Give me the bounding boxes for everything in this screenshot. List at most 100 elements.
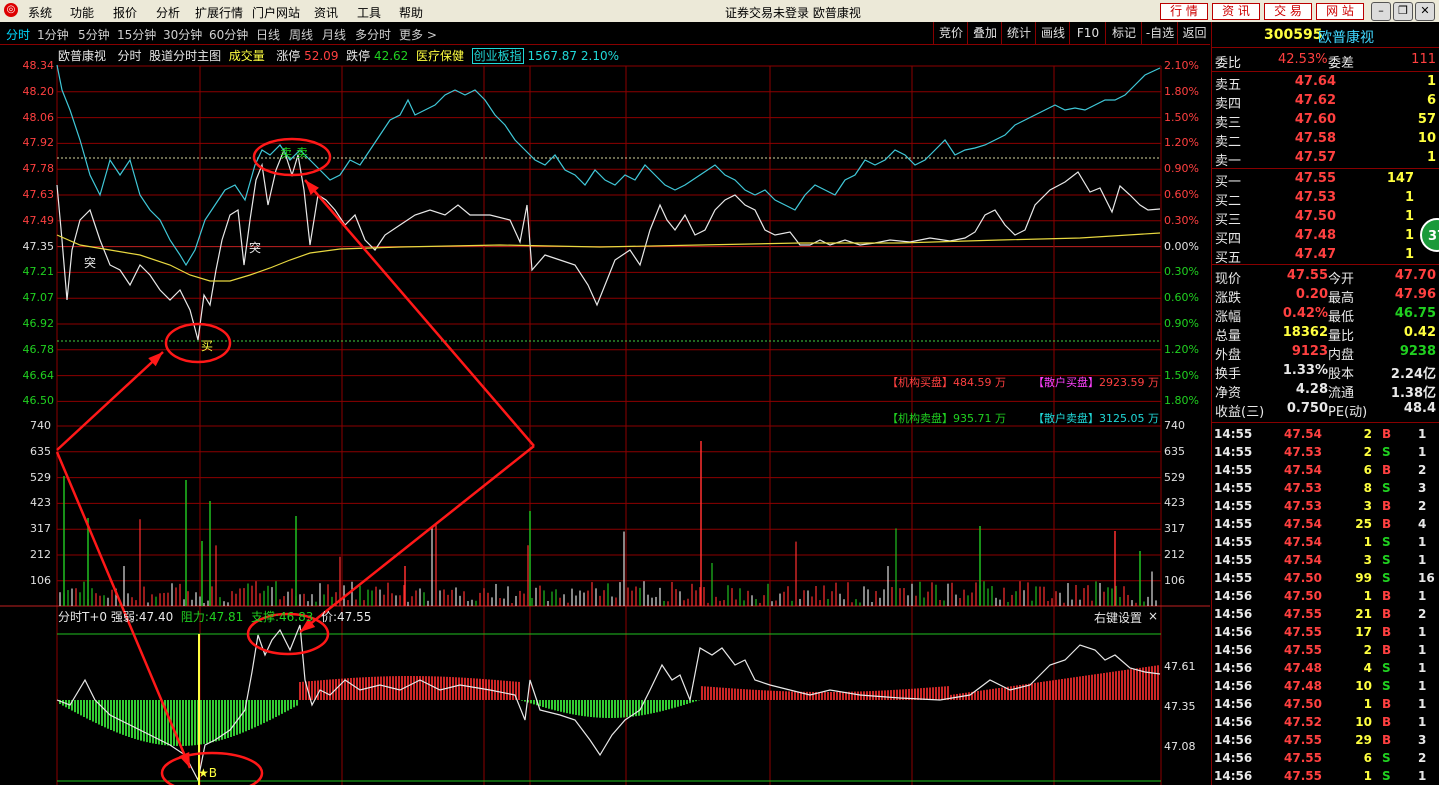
volume-tick-label-right: 106 (1164, 573, 1185, 587)
tick-row[interactable]: 14:55 47.53 8 S 3 (1212, 479, 1439, 497)
tab-mark[interactable]: 标记 (1105, 22, 1142, 44)
stat-value-2: 47.96 (1394, 287, 1436, 302)
stat-value: 4.28 (1295, 382, 1328, 397)
stat-label: 换手 (1215, 367, 1242, 382)
inst-sell-flow: 【机构卖盘】935.71 万 (887, 410, 1006, 426)
tab-multi-intraday[interactable]: 多分时 (355, 26, 391, 43)
tab-30min[interactable]: 30分钟 (163, 26, 202, 43)
tab-more[interactable]: 更多 > (399, 26, 437, 43)
weicha-label: 委差 (1328, 56, 1355, 71)
menu-quote[interactable]: 报价 (113, 4, 137, 21)
tick-price: 47.50 (1284, 589, 1322, 603)
limit-up-label: 涨停 (276, 49, 301, 63)
tick-row[interactable]: 14:56 47.48 4 S 1 (1212, 659, 1439, 677)
support-value: 46.83 (279, 610, 314, 624)
menu-news[interactable]: 资讯 (314, 4, 338, 21)
indicator-name: 分时T+0 (58, 610, 108, 624)
close-icon[interactable]: ✕ (1415, 2, 1435, 21)
retail-sell-value: 3125.05 万 (1099, 412, 1159, 425)
limit-up-value: 52.09 (304, 49, 339, 63)
tick-row[interactable]: 14:56 47.55 1 S 1 (1212, 767, 1439, 785)
ask-price: 47.64 (1294, 74, 1336, 89)
tick-count: 3 (1418, 481, 1427, 495)
arrow-to-indicator-sell (299, 445, 535, 633)
tick-volume: 8 (1363, 481, 1372, 495)
tick-count: 1 (1418, 715, 1427, 729)
pct-tick-label: 0.60% (1164, 188, 1199, 201)
tick-row[interactable]: 14:55 47.54 2 B 1 (1212, 425, 1439, 443)
ask-label: 卖四 (1215, 97, 1242, 112)
menu-analysis[interactable]: 分析 (156, 4, 180, 21)
tick-count: 3 (1418, 733, 1427, 747)
tick-row[interactable]: 14:56 47.55 17 B 1 (1212, 623, 1439, 641)
price-tick-label: 47.21 (22, 265, 55, 279)
tab-back[interactable]: 返回 (1177, 22, 1211, 44)
stat-label: 涨跌 (1215, 291, 1242, 306)
tab-weekly[interactable]: 周线 (289, 26, 313, 43)
nav-quote-button[interactable]: 行 情 (1160, 3, 1208, 20)
tab-5min[interactable]: 5分钟 (78, 26, 110, 43)
tab-stats[interactable]: 统计 (1001, 22, 1036, 44)
tab-auction[interactable]: 竞价 (933, 22, 968, 44)
tick-row[interactable]: 14:56 47.52 10 B 1 (1212, 713, 1439, 731)
inst-buy-value: 484.59 万 (953, 376, 1006, 389)
tick-row[interactable]: 14:56 47.50 1 B 1 (1212, 695, 1439, 713)
tab-daily[interactable]: 日线 (256, 26, 280, 43)
tab-15min[interactable]: 15分钟 (117, 26, 156, 43)
menu-extended[interactable]: 扩展行情 (195, 4, 243, 21)
price-tick-label: 47.49 (22, 213, 55, 227)
menu-tools[interactable]: 工具 (357, 4, 381, 21)
tab-overlay[interactable]: 叠加 (967, 22, 1002, 44)
tab-1min[interactable]: 1分钟 (37, 26, 69, 43)
nav-news-button[interactable]: 资 讯 (1212, 3, 1260, 20)
tab-60min[interactable]: 60分钟 (209, 26, 248, 43)
nav-trade-button[interactable]: 交 易 (1264, 3, 1312, 20)
pct-tick-label: 1.80% (1164, 394, 1199, 408)
tick-row[interactable]: 14:55 47.53 3 B 2 (1212, 497, 1439, 515)
tick-row[interactable]: 14:55 47.54 6 B 2 (1212, 461, 1439, 479)
menu-help[interactable]: 帮助 (399, 4, 423, 21)
tick-row[interactable]: 14:55 47.54 25 B 4 (1212, 515, 1439, 533)
bid-volume: 1 (1404, 190, 1414, 205)
menu-system[interactable]: 系统 (28, 4, 52, 21)
right-click-settings[interactable]: 右键设置 (1094, 609, 1142, 626)
tick-row[interactable]: 14:55 47.50 99 S 16 (1212, 569, 1439, 587)
limit-down-label: 跌停 (346, 49, 371, 63)
tick-row[interactable]: 14:56 47.55 29 B 3 (1212, 731, 1439, 749)
tab-watchlist[interactable]: -自选 (1141, 22, 1178, 44)
tick-row[interactable]: 14:56 47.55 2 B 1 (1212, 641, 1439, 659)
tick-row[interactable]: 14:55 47.54 3 S 1 (1212, 551, 1439, 569)
nav-web-button[interactable]: 网 站 (1316, 3, 1364, 20)
minimize-icon[interactable]: – (1371, 2, 1391, 21)
tick-row[interactable]: 14:55 47.53 2 S 1 (1212, 443, 1439, 461)
tab-intraday[interactable]: 分时 (6, 26, 30, 43)
volume-tick-label: 740 (30, 419, 51, 432)
tick-count: 1 (1418, 553, 1427, 567)
menu-portal[interactable]: 门户网站 (252, 4, 300, 21)
tick-row[interactable]: 14:56 47.50 1 B 1 (1212, 587, 1439, 605)
tick-row[interactable]: 14:55 47.54 1 S 1 (1212, 533, 1439, 551)
tick-price: 47.54 (1284, 535, 1322, 549)
tab-draw[interactable]: 画线 (1035, 22, 1070, 44)
restore-icon[interactable]: ❐ (1393, 2, 1413, 21)
tick-count: 2 (1418, 607, 1427, 621)
quote-title: 300595 欧普康视 (1212, 26, 1439, 46)
app-logo-icon[interactable]: ◎ (4, 3, 18, 17)
tick-row[interactable]: 14:56 47.55 21 B 2 (1212, 605, 1439, 623)
ask-price: 47.60 (1294, 112, 1336, 127)
tick-volume: 21 (1355, 607, 1372, 621)
retail-sell-flow: 【散户卖盘】3125.05 万 (1033, 410, 1159, 426)
tab-monthly[interactable]: 月线 (322, 26, 346, 43)
menu-bar: ◎ 系统 功能 报价 分析 扩展行情 门户网站 资讯 工具 帮助 证券交易未登录… (0, 0, 1439, 22)
index-name: 创业板指 (471, 48, 524, 64)
menu-function[interactable]: 功能 (70, 4, 94, 21)
indicator-close-icon[interactable]: × (1148, 609, 1158, 623)
ind-axis-1: 47.61 (1164, 660, 1196, 673)
stat-row: 收益(三) 0.750 PE(动) 48.4 (1212, 400, 1439, 420)
tick-row[interactable]: 14:56 47.48 10 S 1 (1212, 677, 1439, 695)
intraday-chart[interactable] (0, 44, 1210, 785)
price-tick-label: 48.34 (22, 59, 55, 72)
tab-f10[interactable]: F10 (1069, 22, 1106, 44)
tick-row[interactable]: 14:56 47.55 6 S 2 (1212, 749, 1439, 767)
tick-direction: S (1382, 445, 1391, 459)
